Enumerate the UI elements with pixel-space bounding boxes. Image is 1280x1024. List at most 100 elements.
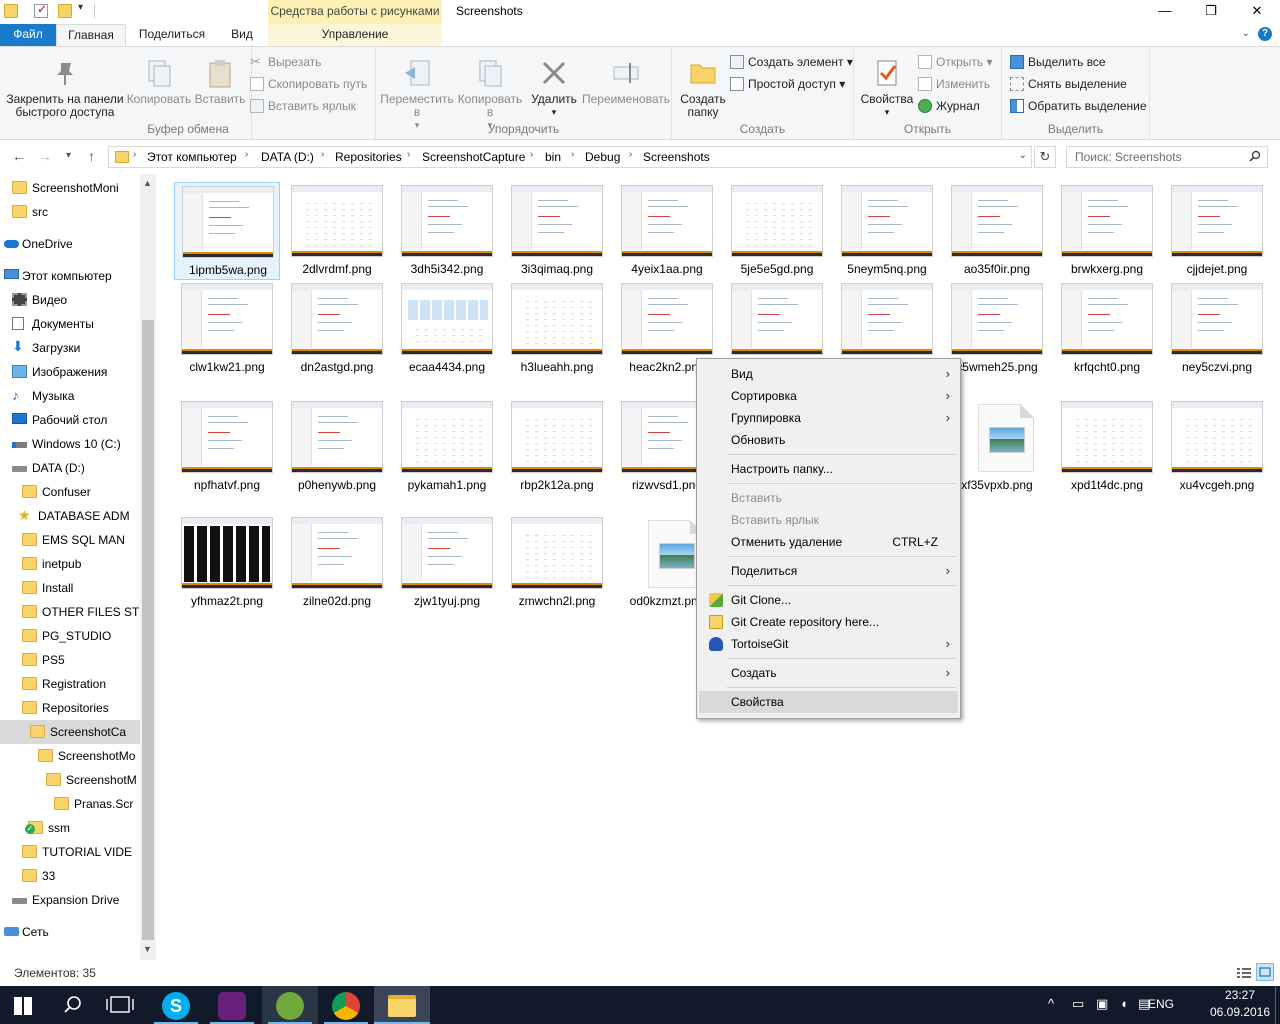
details-view-icon[interactable] xyxy=(1234,964,1252,980)
breadcrumb-separator-icon[interactable]: › xyxy=(407,149,410,160)
edit-button[interactable]: Изменить xyxy=(916,74,990,94)
menu-item-undo-delete[interactable]: Отменить удаление CTRL+Z xyxy=(699,531,958,553)
nav-item[interactable]: ⬇ Загрузки xyxy=(0,336,140,360)
new-item-button[interactable]: Создать элемент ▾ xyxy=(728,52,853,72)
search-input[interactable]: Поиск: Screenshots xyxy=(1066,146,1268,168)
chevron-down-icon[interactable]: ⌄ xyxy=(1242,28,1250,39)
invert-selection-button[interactable]: Обратить выделение xyxy=(1008,96,1147,116)
file-item[interactable]: 3i3qimaq.png xyxy=(504,182,610,280)
nav-item[interactable]: PG_STUDIO xyxy=(0,624,140,648)
nav-item[interactable]: ScreenshotMo xyxy=(0,744,140,768)
file-item[interactable]: krfqcht0.png xyxy=(1054,280,1160,378)
scroll-down-arrow-icon[interactable]: ▼ xyxy=(143,944,152,954)
menu-item-customize-folder[interactable]: Настроить папку... xyxy=(699,458,958,480)
nav-item[interactable]: Expansion Drive xyxy=(0,888,140,912)
volume-icon[interactable]: ◖ xyxy=(1120,996,1128,1011)
scroll-up-arrow-icon[interactable]: ▲ xyxy=(143,178,152,188)
minimize-button[interactable]: — xyxy=(1142,0,1188,24)
nav-item[interactable]: 33 xyxy=(0,864,140,888)
nav-item[interactable]: TUTORIAL VIDE xyxy=(0,840,140,864)
clock-time[interactable]: 23:27 xyxy=(1210,988,1270,1002)
start-button[interactable] xyxy=(0,986,48,1024)
chevron-up-icon[interactable]: ^ xyxy=(1048,996,1054,1011)
tab-view[interactable]: Вид xyxy=(218,24,266,46)
menu-item-properties[interactable]: Свойства xyxy=(699,691,958,713)
nav-item[interactable]: Registration xyxy=(0,672,140,696)
rename-button[interactable]: Переименовать xyxy=(580,51,672,106)
new-folder-quick-access-icon[interactable] xyxy=(58,4,72,18)
copy-to-button[interactable]: Копировать в ▾ xyxy=(454,51,526,132)
tab-file[interactable]: Файл xyxy=(0,24,56,46)
taskbar-file-explorer[interactable] xyxy=(374,986,430,1024)
menu-item-view[interactable]: Вид › xyxy=(699,363,958,385)
nav-item[interactable]: EMS SQL MAN xyxy=(0,528,140,552)
task-view-button[interactable] xyxy=(92,986,148,1024)
menu-item-git-clone[interactable]: Git Clone... xyxy=(699,589,958,611)
menu-item-git-create[interactable]: Git Create repository here... xyxy=(699,611,958,633)
nav-item[interactable]: ScreenshotMoni xyxy=(0,176,140,200)
nav-item[interactable]: Рабочий стол xyxy=(0,408,140,432)
recent-locations-chevron-icon[interactable]: ▾ xyxy=(66,150,71,161)
file-item[interactable]: clw1kw21.png xyxy=(174,280,280,378)
file-item[interactable]: zjw1tyuj.png xyxy=(394,514,500,612)
select-none-button[interactable]: Снять выделение xyxy=(1008,74,1127,94)
tab-share[interactable]: Поделиться xyxy=(130,24,214,46)
nav-item[interactable]: Confuser xyxy=(0,480,140,504)
properties-button[interactable]: Свойства ▾ xyxy=(858,51,916,119)
file-item[interactable]: cjjdejet.png xyxy=(1164,182,1270,280)
breadcrumb-bin[interactable]: bin xyxy=(545,150,561,164)
address-bar[interactable]: › Этот компьютер › DATA (D:) › Repositor… xyxy=(108,146,1032,168)
file-item[interactable]: h3lueahh.png xyxy=(504,280,610,378)
menu-item-sort[interactable]: Сортировка › xyxy=(699,385,958,407)
file-item[interactable]: 5neym5nq.png xyxy=(834,182,940,280)
refresh-icon[interactable]: ↻ xyxy=(1034,146,1056,168)
pin-quick-access-button[interactable]: Закрепить на панели быстрого доступа xyxy=(4,51,126,119)
menu-item-paste-shortcut[interactable]: Вставить ярлык xyxy=(699,509,958,531)
input-language[interactable]: ENG xyxy=(1148,997,1174,1011)
file-item[interactable]: 5je5e5gd.png xyxy=(724,182,830,280)
file-item[interactable]: brwkxerg.png xyxy=(1054,182,1160,280)
breadcrumb-data-drive[interactable]: DATA (D:) xyxy=(261,150,314,164)
file-item[interactable]: 1ipmb5wa.png xyxy=(174,182,280,280)
nav-item[interactable]: ★ DATABASE ADM xyxy=(0,504,140,528)
action-center-icon[interactable]: ▣ xyxy=(1096,996,1108,1012)
breadcrumb-separator-icon[interactable]: › xyxy=(245,149,248,160)
breadcrumb-repositories[interactable]: Repositories xyxy=(335,150,402,164)
file-item[interactable]: rbp2k12a.png xyxy=(504,398,610,496)
history-button[interactable]: Журнал xyxy=(916,96,980,116)
nav-item[interactable]: Сеть xyxy=(0,920,140,944)
menu-item-new[interactable]: Создать › xyxy=(699,662,958,684)
taskbar-chrome[interactable] xyxy=(318,986,374,1024)
file-item[interactable]: 4yeix1aa.png xyxy=(614,182,720,280)
maximize-button[interactable]: ❐ xyxy=(1188,0,1234,24)
customize-quick-access-chevron-icon[interactable]: ▾ xyxy=(78,2,83,13)
scrollbar-thumb[interactable] xyxy=(142,320,154,940)
copy-button[interactable]: Копировать xyxy=(126,51,192,106)
close-button[interactable]: ✕ xyxy=(1234,0,1280,24)
menu-item-group[interactable]: Группировка › xyxy=(699,407,958,429)
file-item[interactable]: yfhmaz2t.png xyxy=(174,514,280,612)
file-item[interactable]: p0henywb.png xyxy=(284,398,390,496)
nav-item[interactable]: Видео xyxy=(0,288,140,312)
nav-scrollbar[interactable]: ▲ ▼ xyxy=(140,174,156,960)
clock-date[interactable]: 06.09.2016 xyxy=(1204,1005,1276,1019)
file-item[interactable]: 2dlvrdmf.png xyxy=(284,182,390,280)
nav-item[interactable]: Этот компьютер xyxy=(0,264,140,288)
nav-item[interactable]: DATA (D:) xyxy=(0,456,140,480)
tab-manage[interactable]: Управление xyxy=(268,24,442,46)
file-item[interactable]: xpd1t4dc.png xyxy=(1054,398,1160,496)
up-arrow-icon[interactable]: ↑ xyxy=(88,148,95,164)
breadcrumb-screenshotcapture[interactable]: ScreenshotCapture xyxy=(422,150,525,164)
nav-item[interactable]: ScreenshotCa xyxy=(0,720,140,744)
taskbar-visual-studio[interactable] xyxy=(204,986,260,1024)
nav-item[interactable]: OneDrive xyxy=(0,232,140,256)
open-button[interactable]: Открыть ▾ xyxy=(916,52,993,72)
tab-home[interactable]: Главная xyxy=(56,24,126,46)
nav-item[interactable]: Repositories xyxy=(0,696,140,720)
network-tray-icon[interactable]: ▭ xyxy=(1072,996,1084,1012)
breadcrumb-screenshots[interactable]: Screenshots xyxy=(643,150,710,164)
paste-button[interactable]: Вставить xyxy=(192,51,248,106)
menu-item-paste[interactable]: Вставить xyxy=(699,487,958,509)
new-folder-button[interactable]: Создать папку xyxy=(676,51,730,119)
breadcrumb-separator-icon[interactable]: › xyxy=(133,149,136,160)
